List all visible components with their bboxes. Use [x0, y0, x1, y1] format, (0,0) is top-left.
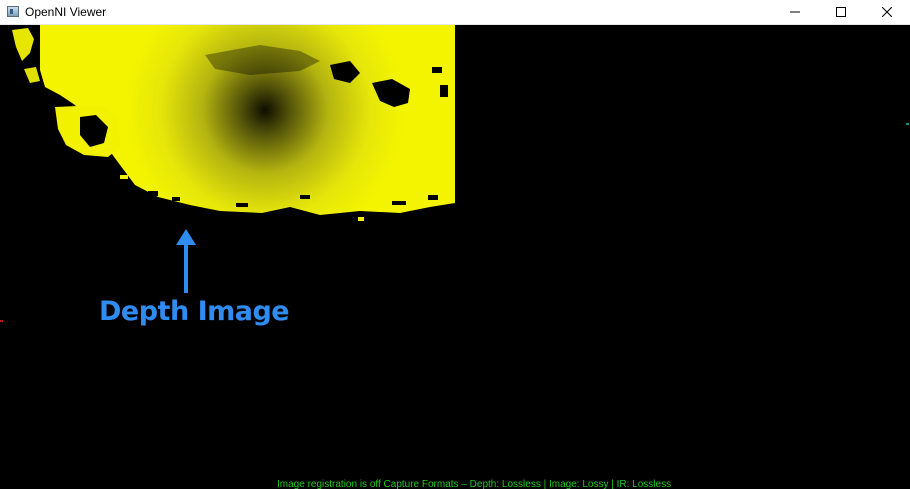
minimize-icon [790, 11, 800, 13]
app-window-icon[interactable] [7, 6, 19, 17]
annotation-arrow-icon [176, 229, 196, 293]
title-bar[interactable]: OpenNI Viewer [0, 0, 910, 25]
minimize-button[interactable] [772, 0, 818, 24]
status-line: Image registration is off Capture Format… [277, 479, 672, 489]
window-title: OpenNI Viewer [25, 5, 107, 19]
maximize-button[interactable] [818, 0, 864, 24]
maximize-icon [836, 7, 846, 17]
openni-viewer-window: OpenNI Viewer Depth Image Image registra… [0, 0, 910, 489]
annotation-label: Depth Image [99, 296, 290, 327]
depth-image [12, 25, 455, 221]
close-icon [882, 7, 892, 17]
cursor-marker [0, 320, 3, 322]
viewer-viewport[interactable]: Depth Image Image registration is off Ca… [0, 25, 910, 489]
close-button[interactable] [864, 0, 910, 24]
edge-marker [906, 123, 909, 125]
